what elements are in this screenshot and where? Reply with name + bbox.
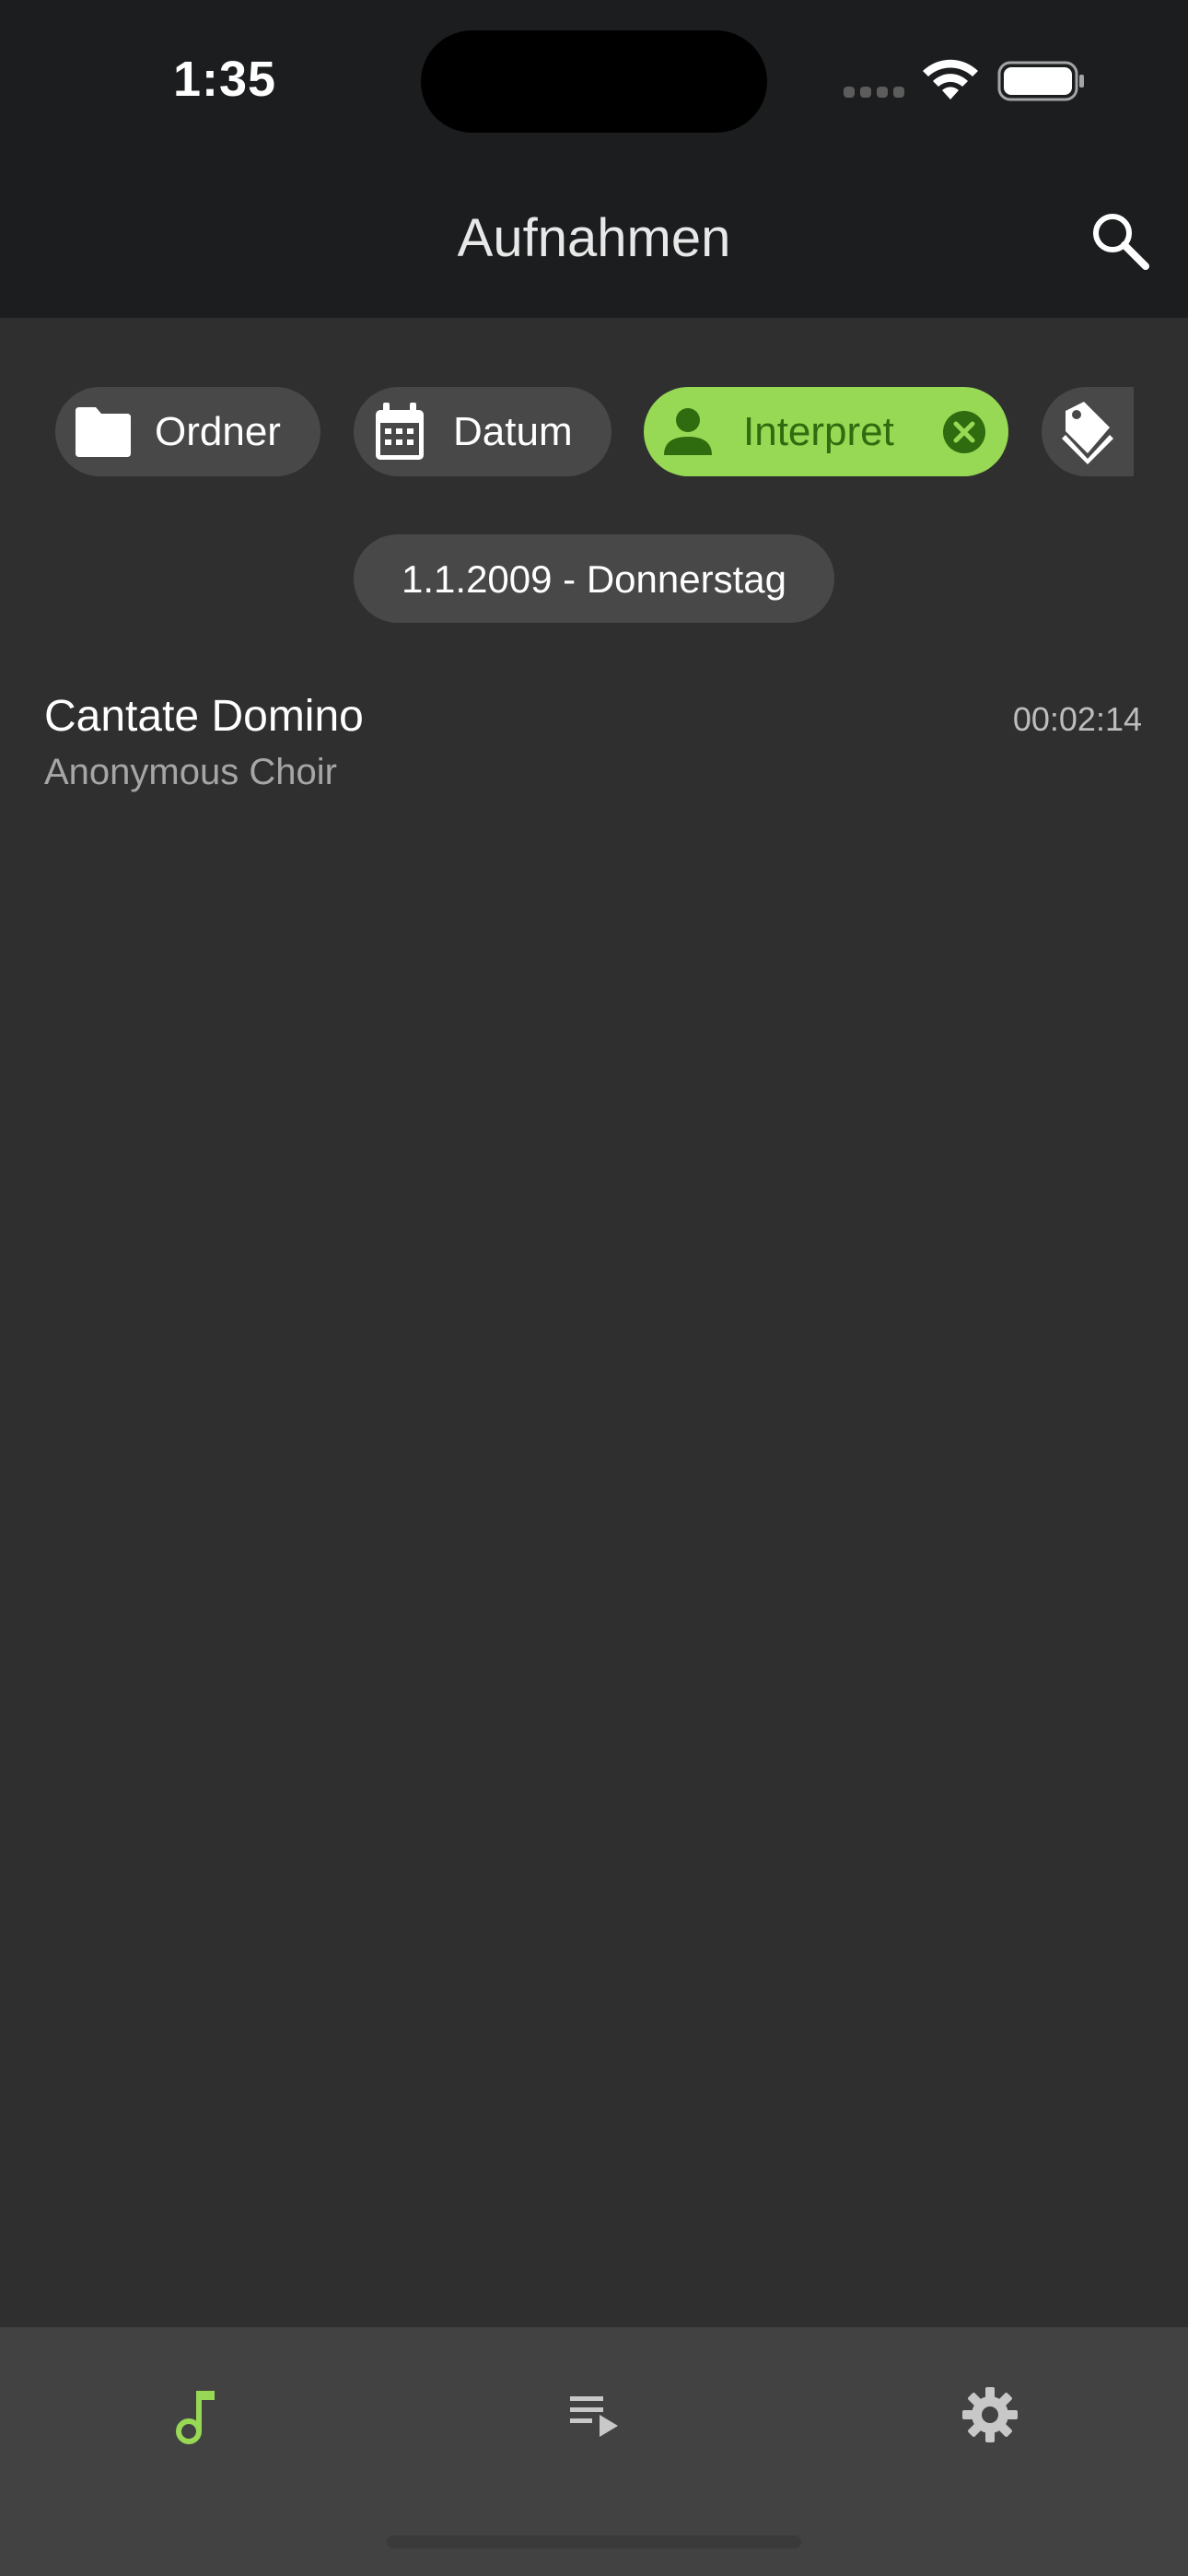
date-group-header: 1.1.2009 - Donnerstag	[354, 534, 834, 623]
calendar-icon	[376, 403, 424, 460]
chip-label: Datum	[453, 409, 573, 454]
search-icon[interactable]	[1087, 207, 1153, 274]
nav-playlist[interactable]	[543, 2364, 645, 2465]
chip-tags[interactable]	[1042, 387, 1134, 476]
chip-datum[interactable]: Datum	[354, 387, 611, 476]
tags-icon	[1062, 402, 1113, 464]
dynamic-island	[421, 30, 767, 133]
clear-icon[interactable]	[942, 410, 986, 454]
status-time: 1:35	[173, 52, 277, 107]
wifi-icon	[923, 59, 978, 100]
person-icon	[664, 408, 712, 455]
filter-chip-row: Ordner Datum Interpret	[0, 387, 1188, 476]
recording-artist: Anonymous Choir	[44, 752, 337, 792]
app-screen: 1:35 Aufnahmen Ordner Datum Interpret 1.…	[0, 0, 1188, 2576]
chip-ordner[interactable]: Ordner	[55, 387, 320, 476]
signal-icon	[844, 87, 904, 98]
date-group-label: 1.1.2009 - Donnerstag	[402, 557, 786, 601]
page-title: Aufnahmen	[457, 208, 731, 268]
app-bar: 1:35 Aufnahmen	[0, 0, 1188, 318]
chip-interpret[interactable]: Interpret	[644, 387, 1008, 476]
recording-title: Cantate Domino	[44, 692, 364, 741]
recording-duration: 00:02:14	[1012, 700, 1142, 738]
home-indicator	[387, 2535, 801, 2548]
playlist-icon	[570, 2396, 618, 2437]
music-note-icon	[176, 2391, 215, 2444]
settings-gear-icon	[962, 2387, 1018, 2442]
nav-settings[interactable]	[939, 2364, 1041, 2465]
recording-list-item[interactable]: Cantate Domino Anonymous Choir 00:02:14	[0, 673, 1188, 811]
chip-label: Interpret	[743, 409, 894, 454]
battery-icon	[997, 61, 1084, 101]
folder-icon	[76, 407, 131, 457]
chip-label: Ordner	[155, 409, 281, 454]
nav-recordings[interactable]	[147, 2364, 249, 2465]
